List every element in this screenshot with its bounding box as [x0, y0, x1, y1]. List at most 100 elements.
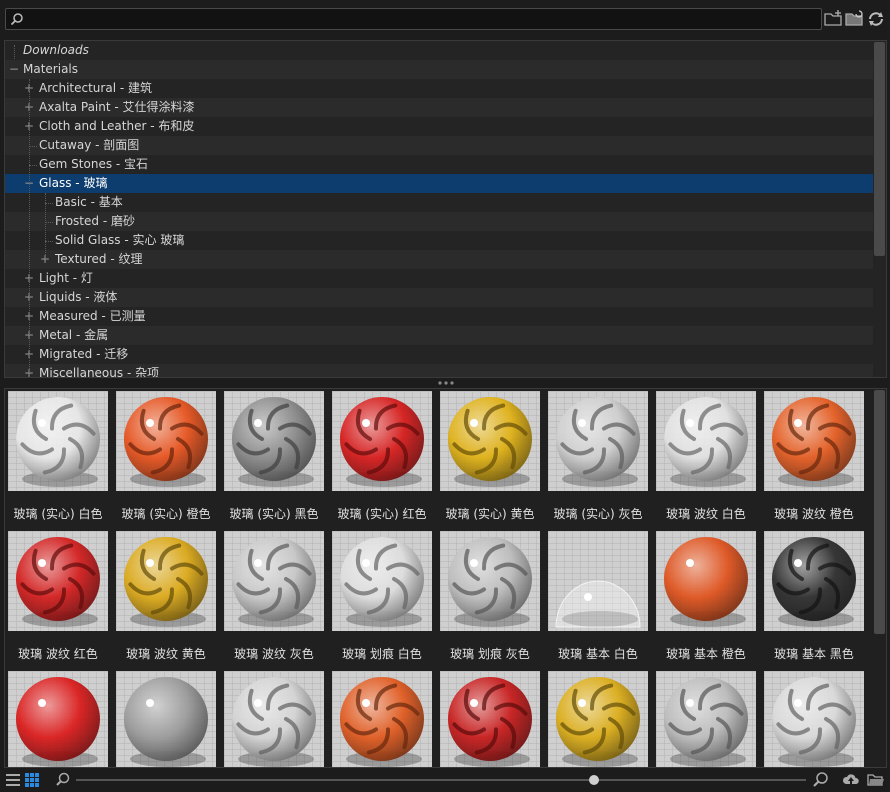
zoom-out-icon[interactable] [54, 771, 72, 789]
collapse-icon[interactable]: − [8, 60, 20, 79]
material-tile[interactable] [116, 671, 216, 767]
material-tile[interactable] [656, 671, 756, 767]
material-label[interactable]: 玻璃 基本 橙色 [652, 645, 760, 662]
material-tile[interactable] [224, 671, 324, 767]
material-tree[interactable]: Downloads − Materials + Architectural - 建筑 + A… [4, 40, 887, 378]
material-tile[interactable] [8, 531, 108, 631]
tree-item[interactable]: Gem Stones - 宝石 [5, 155, 873, 174]
tree-item[interactable]: + Liquids - 液体 [5, 288, 873, 307]
search-input[interactable] [26, 9, 816, 29]
material-swatch-image [656, 671, 756, 767]
tree-item[interactable]: Frosted - 磨砂 [5, 212, 873, 231]
zoom-in-icon[interactable] [812, 771, 830, 789]
tree-item-label: Textured - 纹理 [55, 252, 143, 266]
material-tile[interactable] [440, 391, 540, 491]
tree-item[interactable]: + Measured - 已测量 [5, 307, 873, 326]
material-swatch-image [440, 671, 540, 767]
tree-connector [45, 241, 53, 242]
material-tile[interactable] [764, 671, 864, 767]
material-tile[interactable] [764, 531, 864, 631]
material-label[interactable]: 玻璃 波纹 灰色 [220, 645, 328, 662]
tree-item-label: Architectural - 建筑 [39, 81, 152, 95]
tree-item[interactable]: + Cloth and Leather - 布和皮 [5, 117, 873, 136]
material-label[interactable]: 玻璃 (实心) 黑色 [220, 505, 328, 522]
material-tile[interactable] [656, 391, 756, 491]
tree-connector [29, 146, 37, 147]
material-tile[interactable] [332, 531, 432, 631]
material-swatch-image [332, 671, 432, 767]
material-tile[interactable] [440, 531, 540, 631]
material-swatch-image [116, 391, 216, 491]
refresh-icon[interactable] [866, 9, 886, 29]
tree-item-label: Gem Stones - 宝石 [39, 157, 149, 171]
material-label[interactable]: 玻璃 划痕 白色 [328, 645, 436, 662]
material-tile[interactable] [8, 391, 108, 491]
tree-item[interactable]: + Architectural - 建筑 [5, 79, 873, 98]
tree-scrollbar[interactable] [874, 42, 885, 256]
material-label[interactable]: 玻璃 波纹 黄色 [112, 645, 220, 662]
material-swatch-image [8, 671, 108, 767]
material-tile[interactable] [224, 391, 324, 491]
material-label[interactable]: 玻璃 波纹 橙色 [760, 505, 868, 522]
material-swatch-image [764, 391, 864, 491]
drag-handle-icon[interactable] [437, 381, 455, 385]
material-tile[interactable] [548, 391, 648, 491]
tree-item[interactable]: + Migrated - 迁移 [5, 345, 873, 364]
tree-item-label: Metal - 金属 [39, 328, 109, 342]
material-grid[interactable]: 玻璃 (实心) 白色 玻璃 (实心) 橙色 玻璃 (实心) 黑色 玻璃 (实心) 红色… [4, 388, 887, 768]
zoom-slider-track[interactable] [76, 779, 806, 781]
zoom-slider-thumb[interactable] [589, 775, 600, 785]
panel-splitter[interactable] [0, 378, 890, 388]
tree-item[interactable]: Cutaway - 剖面图 [5, 136, 873, 155]
tree-item[interactable]: Solid Glass - 实心 玻璃 [5, 231, 873, 250]
material-label[interactable]: 玻璃 波纹 白色 [652, 505, 760, 522]
material-label[interactable]: 玻璃 基本 白色 [544, 645, 652, 662]
material-tile[interactable] [764, 391, 864, 491]
material-swatch-image [224, 671, 324, 767]
tree-item[interactable]: − Glass - 玻璃 [5, 174, 873, 193]
material-tile[interactable] [224, 531, 324, 631]
material-label[interactable]: 玻璃 波纹 红色 [5, 645, 112, 662]
material-swatch-image [332, 391, 432, 491]
folder-open-icon[interactable] [867, 771, 885, 789]
material-tile[interactable] [332, 391, 432, 491]
material-tile[interactable] [548, 531, 648, 631]
material-tile[interactable] [332, 671, 432, 767]
grid-view-icon[interactable] [23, 771, 41, 789]
upload-icon[interactable] [842, 771, 860, 789]
material-label[interactable]: 玻璃 (实心) 黄色 [436, 505, 544, 522]
tree-item[interactable]: + Axalta Paint - 艾仕得涂料漆 [5, 98, 873, 117]
tree-item[interactable]: Downloads [5, 41, 873, 60]
tree-item[interactable]: + Light - 灯 [5, 269, 873, 288]
folder-refresh-icon[interactable] [845, 9, 865, 29]
tree-item[interactable]: + Textured - 纹理 [5, 250, 873, 269]
search-box[interactable] [5, 8, 822, 30]
material-tile[interactable] [116, 391, 216, 491]
bottom-toolbar [0, 768, 890, 792]
material-swatch-image [8, 391, 108, 491]
tree-item[interactable]: + Metal - 金属 [5, 326, 873, 345]
material-label[interactable]: 玻璃 (实心) 灰色 [544, 505, 652, 522]
grid-scrollbar[interactable] [874, 390, 885, 634]
material-label[interactable]: 玻璃 (实心) 红色 [328, 505, 436, 522]
material-tile[interactable] [116, 531, 216, 631]
material-label[interactable]: 玻璃 基本 黑色 [760, 645, 868, 662]
material-swatch-image [548, 391, 648, 491]
material-tile[interactable] [656, 531, 756, 631]
tree-item-label: Miscellaneous - 杂项 [39, 366, 160, 378]
material-tile[interactable] [440, 671, 540, 767]
tree-item-label: Cutaway - 剖面图 [39, 138, 140, 152]
material-tile[interactable] [548, 671, 648, 767]
material-swatch-image [440, 531, 540, 631]
material-label[interactable]: 玻璃 (实心) 白色 [5, 505, 112, 522]
zoom-slider[interactable] [76, 775, 806, 785]
list-view-icon[interactable] [4, 771, 22, 789]
tree-item[interactable]: Basic - 基本 [5, 193, 873, 212]
tree-item[interactable]: + Miscellaneous - 杂项 [5, 364, 873, 378]
material-label[interactable]: 玻璃 (实心) 橙色 [112, 505, 220, 522]
folder-add-icon[interactable] [824, 9, 844, 29]
material-tile[interactable] [8, 671, 108, 767]
tree-item[interactable]: − Materials [5, 60, 873, 79]
material-label[interactable]: 玻璃 划痕 灰色 [436, 645, 544, 662]
material-swatch-image [116, 671, 216, 767]
